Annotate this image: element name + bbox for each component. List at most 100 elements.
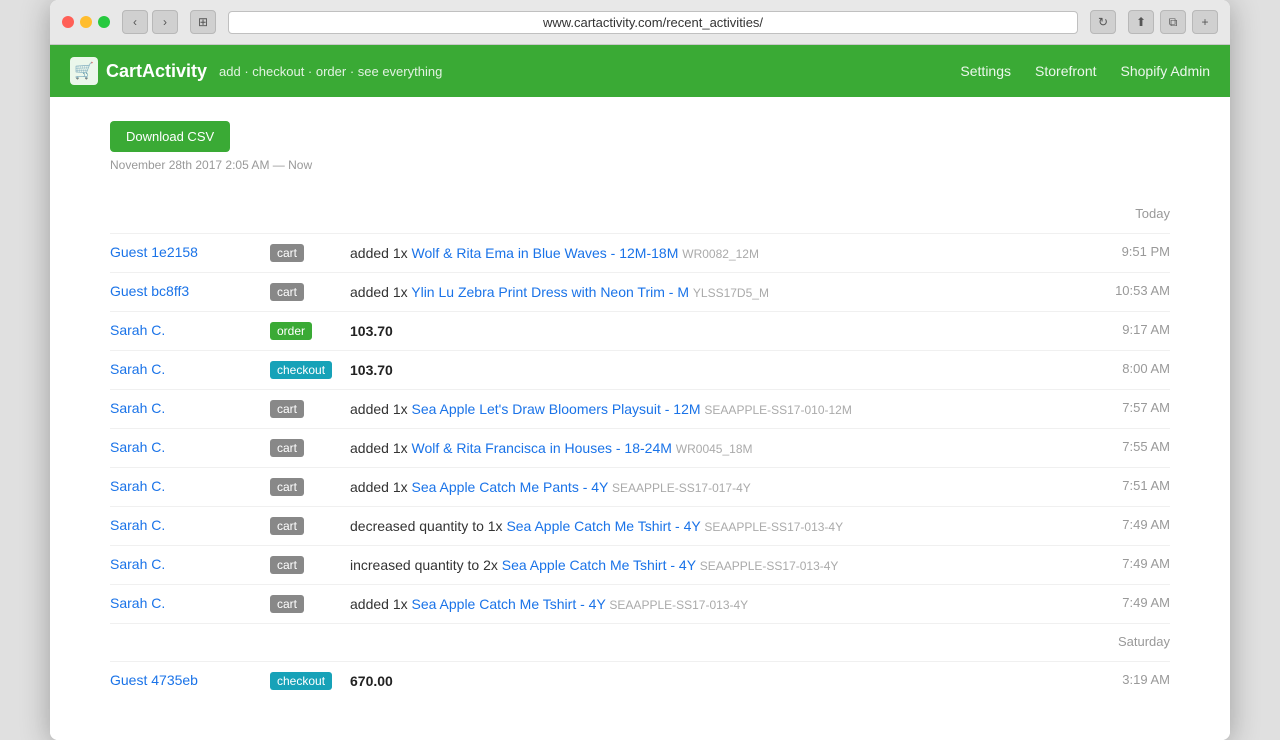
badge-order: order [270,322,312,340]
product-link[interactable]: Sea Apple Catch Me Pants - 4Y [412,479,609,495]
amount-value: 103.70 [350,323,393,339]
download-csv-button[interactable]: Download CSV [110,121,230,152]
day-header-badge-spacer [270,632,350,634]
product-link[interactable]: Ylin Lu Zebra Print Dress with Neon Trim… [411,284,689,300]
storefront-link[interactable]: Storefront [1035,63,1096,79]
table-row: Sarah C.order 103.70 9:17 AM [110,312,1170,351]
day-header-badge-spacer [270,204,350,206]
back-button[interactable]: ‹ [122,10,148,34]
browser-titlebar: ‹ › ⊞ www.cartactivity.com/recent_activi… [50,0,1230,45]
badge-cart: cart [270,556,304,574]
product-link[interactable]: Sea Apple Let's Draw Bloomers Playsuit -… [412,401,701,417]
address-bar[interactable]: www.cartactivity.com/recent_activities/ [228,11,1078,34]
product-link[interactable]: Wolf & Rita Francisca in Houses - 18-24M [412,440,672,456]
description-cell: 103.70 [350,320,1070,342]
day-header-user-spacer [110,632,270,634]
day-header-row: Today [110,196,1170,234]
user-link[interactable]: Sarah C. [110,320,270,338]
time-cell: 9:51 PM [1070,242,1170,259]
day-header-desc-spacer [350,204,1070,205]
product-link[interactable]: Sea Apple Catch Me Tshirt - 4Y [412,596,606,612]
product-link[interactable]: Wolf & Rita Ema in Blue Waves - 12M-18M [412,245,679,261]
forward-button[interactable]: › [152,10,178,34]
nav-links: Settings Storefront Shopify Admin [960,63,1210,79]
sku-text: YLSS17D5_M [693,286,769,300]
badge-cell: checkout [270,670,350,690]
time-cell: 7:49 AM [1070,554,1170,571]
time-cell: 8:00 AM [1070,359,1170,376]
badge-cart: cart [270,400,304,418]
share-button[interactable]: ⬆ [1128,10,1154,34]
badge-cell: cart [270,242,350,262]
badge-cart: cart [270,595,304,613]
sku-text: WR0082_12M [682,247,759,261]
amount-value: 670.00 [350,673,393,689]
badge-cell: order [270,320,350,340]
user-link[interactable]: Sarah C. [110,359,270,377]
table-row: Sarah C.cart added 1x Sea Apple Catch Me … [110,585,1170,624]
refresh-button[interactable]: ↻ [1090,10,1116,34]
traffic-lights [62,16,110,28]
table-row: Sarah C.cartadded 1x Sea Apple Let's Dra… [110,390,1170,429]
product-link[interactable]: Sea Apple Catch Me Tshirt - 4Y [506,518,700,534]
user-link[interactable]: Sarah C. [110,515,270,533]
badge-cart: cart [270,283,304,301]
new-window-button[interactable]: ⧉ [1160,10,1186,34]
badge-cell: cart [270,398,350,418]
product-link[interactable]: Sea Apple Catch Me Tshirt - 4Y [502,557,696,573]
amount-value: 103.70 [350,362,393,378]
brand-tagline: add · checkout · order · see everything [219,64,442,79]
user-link[interactable]: Sarah C. [110,593,270,611]
badge-cart: cart [270,244,304,262]
badge-cart: cart [270,439,304,457]
badge-cart: cart [270,478,304,496]
shopify-admin-link[interactable]: Shopify Admin [1121,63,1211,79]
description-cell: added 1x Sea Apple Catch Me Tshirt - 4Y … [350,593,1070,615]
user-link[interactable]: Guest 4735eb [110,670,270,688]
badge-cell: cart [270,437,350,457]
user-link[interactable]: Sarah C. [110,476,270,494]
user-link[interactable]: Guest 1e2158 [110,242,270,260]
day-header-desc-spacer [350,632,1070,633]
sku-text: SEAAPPLE-SS17-010-12M [704,403,851,417]
table-row: Guest 4735ebcheckout670.00 3:19 AM [110,662,1170,700]
new-tab-button[interactable]: + [1192,10,1218,34]
minimize-button[interactable] [80,16,92,28]
close-button[interactable] [62,16,74,28]
day-label: Today [1070,204,1170,225]
badge-cell: cart [270,554,350,574]
time-cell: 9:17 AM [1070,320,1170,337]
time-cell: 7:55 AM [1070,437,1170,454]
settings-link[interactable]: Settings [960,63,1011,79]
tab-toggle-button[interactable]: ⊞ [190,10,216,34]
user-link[interactable]: Sarah C. [110,437,270,455]
badge-cell: checkout [270,359,350,379]
brand-name: CartActivity [106,61,207,82]
user-link[interactable]: Sarah C. [110,398,270,416]
table-row: Sarah C.cartdecreased quantity to 1x Sea… [110,507,1170,546]
description-cell: 103.70 [350,359,1070,381]
day-label: Saturday [1070,632,1170,653]
activity-table: Today Guest 1e2158cartadded 1x Wolf & Ri… [110,196,1170,700]
description-cell: added 1x Ylin Lu Zebra Print Dress with … [350,281,1070,303]
badge-cart: cart [270,517,304,535]
date-range: November 28th 2017 2:05 AM — Now [110,158,1170,172]
time-cell: 7:49 AM [1070,515,1170,532]
user-link[interactable]: Guest bc8ff3 [110,281,270,299]
day-header-row: Saturday [110,624,1170,662]
browser-actions: ⬆ ⧉ + [1128,10,1218,34]
fullscreen-button[interactable] [98,16,110,28]
table-row: Sarah C.checkout103.70 8:00 AM [110,351,1170,390]
time-cell: 3:19 AM [1070,670,1170,687]
badge-cell: cart [270,281,350,301]
browser-nav: ‹ › [122,10,178,34]
sku-text: WR0045_18M [676,442,753,456]
description-cell: added 1x Sea Apple Catch Me Pants - 4Y S… [350,476,1070,498]
sku-text: SEAAPPLE-SS17-013-4Y [609,598,748,612]
sku-text: SEAAPPLE-SS17-013-4Y [704,520,843,534]
user-link[interactable]: Sarah C. [110,554,270,572]
day-header-user-spacer [110,204,270,206]
sku-text: SEAAPPLE-SS17-017-4Y [612,481,751,495]
description-cell: increased quantity to 2x Sea Apple Catch… [350,554,1070,576]
main-content: Download CSV November 28th 2017 2:05 AM … [50,97,1230,740]
